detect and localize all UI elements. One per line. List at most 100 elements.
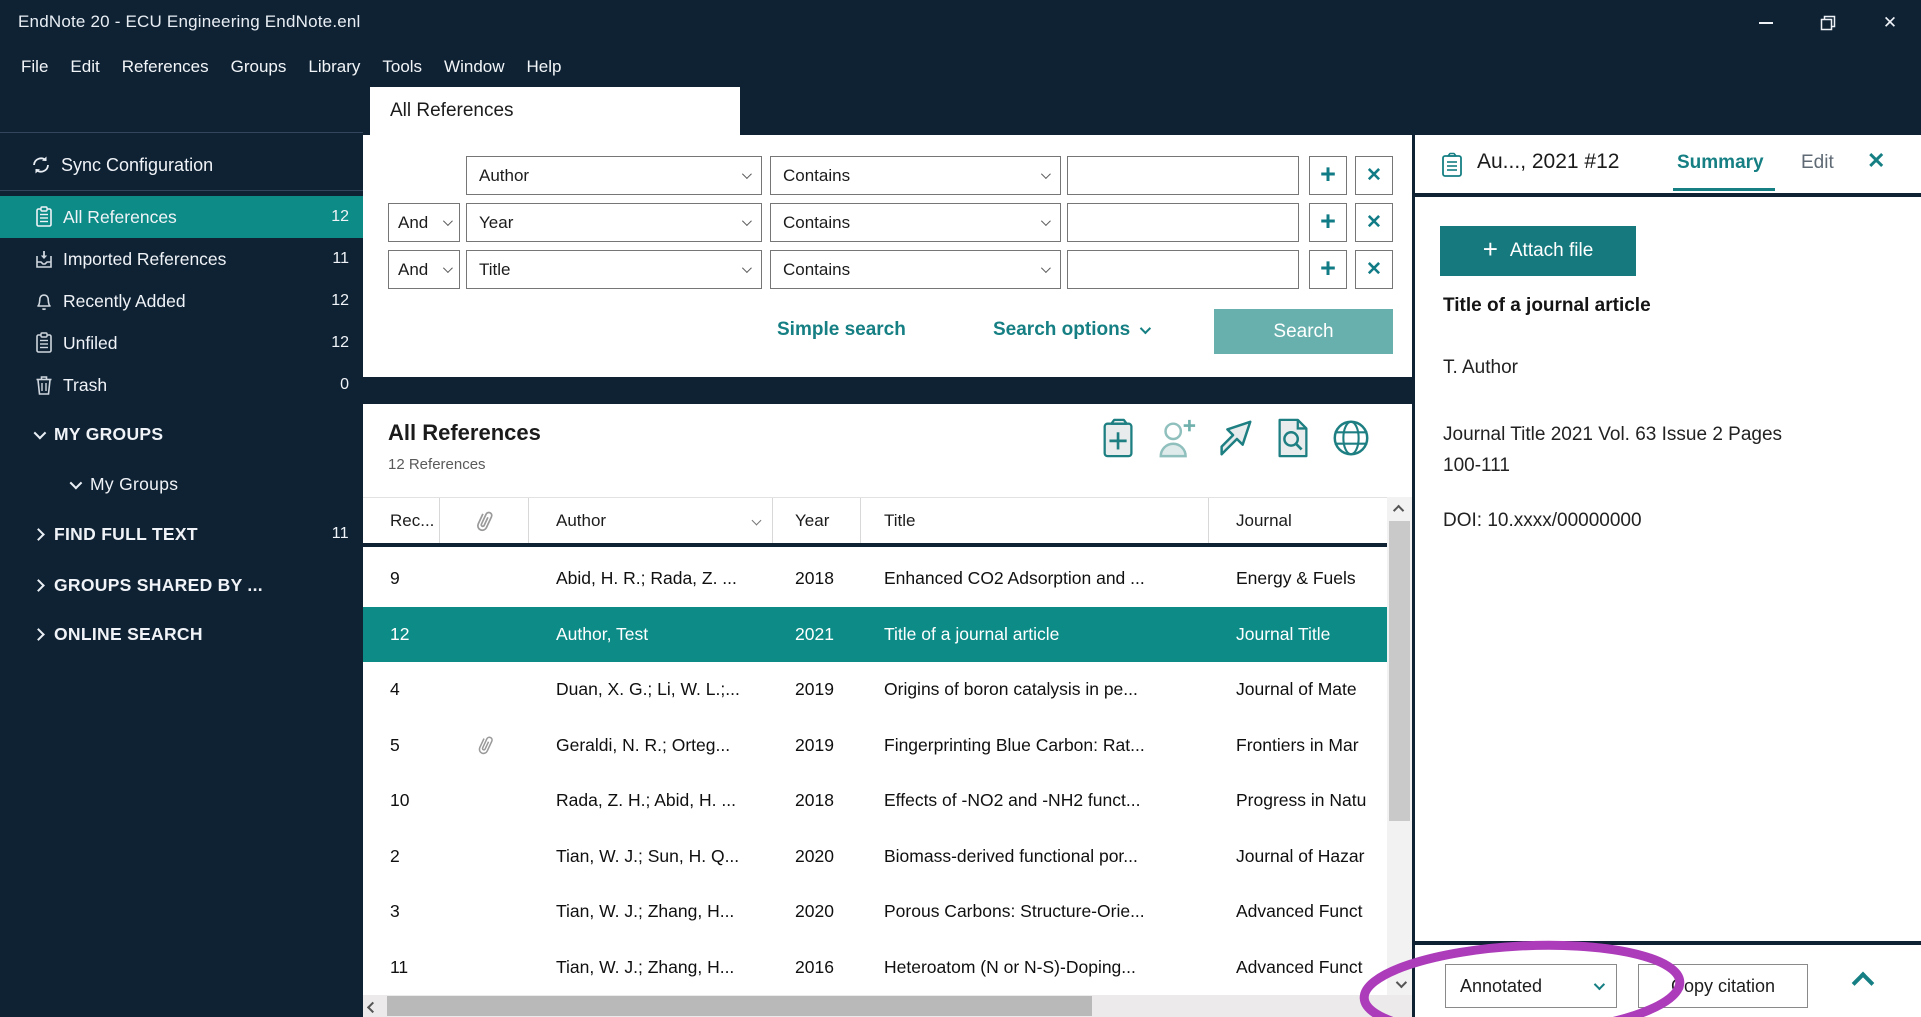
minimize-button[interactable] [1735,0,1797,46]
close-button[interactable]: ✕ [1859,0,1921,46]
sidebar-item-label: Recently Added [63,291,186,312]
column-header-year[interactable]: Year [773,498,861,543]
sidebar-item-unfiled[interactable]: Unfiled 12 [0,322,363,364]
online-search-button[interactable] [1330,416,1372,460]
remove-search-row-button[interactable]: ✕ [1355,156,1393,195]
remove-search-row-button[interactable]: ✕ [1355,250,1393,289]
sidebar-group-online-search[interactable]: ONLINE SEARCH [0,613,363,655]
reference-list-panel: All References 12 References Rec... Auth… [363,404,1412,1017]
sidebar-item-trash[interactable]: Trash 0 [0,364,363,406]
sidebar-group-label: My Groups [90,474,178,495]
tab-summary[interactable]: Summary [1677,152,1764,174]
scroll-down-arrow[interactable] [1387,972,1412,995]
column-header-record[interactable]: Rec... [363,498,440,543]
sidebar-item-imported-references[interactable]: Imported References 11 [0,238,363,280]
sidebar-item-sync-configuration[interactable]: Sync Configuration [0,145,363,185]
table-row[interactable]: 5 Geraldi, N. R.; Orteg... 2019 Fingerpr… [363,718,1387,774]
menu-tools[interactable]: Tools [373,53,431,81]
field-value: Year [479,213,513,233]
search-operator-select[interactable]: Contains [770,203,1061,242]
sidebar-group-my-groups[interactable]: MY GROUPS [0,413,363,455]
attach-file-button[interactable]: + Attach file [1440,226,1636,276]
clipboard-icon [34,206,54,228]
horizontal-scrollbar[interactable] [363,995,1412,1017]
search-conjunction-select[interactable]: And [388,250,460,289]
search-operator-select[interactable]: Contains [770,250,1061,289]
search-operator-select[interactable]: Contains [770,156,1061,195]
search-field-select[interactable]: Year [466,203,762,242]
collapse-panel-chevron[interactable] [1852,972,1875,995]
menu-file[interactable]: File [12,53,57,81]
sidebar-divider [0,132,363,133]
sidebar-item-recently-added[interactable]: Recently Added 12 [0,280,363,322]
sidebar-group-groups-shared-by[interactable]: GROUPS SHARED BY ... [0,564,363,606]
search-term-input[interactable] [1067,203,1299,242]
search-field-select[interactable]: Title [466,250,762,289]
table-row[interactable]: 2 Tian, W. J.; Sun, H. Q... 2020 Biomass… [363,829,1387,885]
close-detail-button[interactable]: ✕ [1867,148,1885,174]
sidebar-group-label: ONLINE SEARCH [54,624,203,645]
column-header-author[interactable]: Author [529,498,773,543]
add-search-row-button[interactable]: + [1309,203,1347,242]
table-row-selected[interactable]: 12 Author, Test 2021 Title of a journal … [363,607,1387,663]
menu-window[interactable]: Window [435,53,513,81]
chevron-up-icon [1392,504,1403,515]
cell-attachment [440,718,529,774]
chevron-down-icon [1041,169,1051,179]
column-header-attachment[interactable] [440,498,529,543]
table-row[interactable]: 11 Tian, W. J.; Zhang, H... 2016 Heteroa… [363,940,1387,996]
table-row[interactable]: 9 Abid, H. R.; Rada, Z. ... 2018 Enhance… [363,551,1387,607]
add-author-button[interactable] [1156,416,1198,460]
cell-journal: Frontiers in Mar [1209,718,1387,774]
menu-library[interactable]: Library [299,53,369,81]
scrollbar-thumb[interactable] [1389,521,1410,821]
search-options-label: Search options [993,319,1130,341]
cell-record: 11 [363,940,440,996]
search-term-input[interactable] [1067,250,1299,289]
sidebar-item-label: Unfiled [63,333,117,354]
tab-edit[interactable]: Edit [1801,152,1834,174]
citation-style-value: Annotated [1460,976,1542,997]
scroll-left-arrow[interactable] [363,995,385,1017]
scrollbar-thumb[interactable] [387,996,1092,1016]
table-row[interactable]: 4 Duan, X. G.; Li, W. L.;... 2019 Origin… [363,662,1387,718]
add-search-row-button[interactable]: + [1309,250,1347,289]
sidebar-group-find-full-text[interactable]: FIND FULL TEXT 11 [0,513,363,555]
share-reference-button[interactable] [1214,416,1256,460]
article-author: T. Author [1443,357,1518,379]
scroll-up-arrow[interactable] [1387,497,1412,520]
tab-all-references[interactable]: All References [370,87,740,135]
table-row[interactable]: 10 Rada, Z. H.; Abid, H. ... 2018 Effect… [363,773,1387,829]
citation-style-select[interactable]: Annotated [1445,964,1617,1008]
cell-journal: Journal of Mate [1209,662,1387,718]
menu-groups[interactable]: Groups [222,53,296,81]
simple-search-link[interactable]: Simple search [777,319,906,341]
list-title: All References [388,420,541,446]
vertical-scrollbar[interactable] [1387,497,1412,995]
attach-file-label: Attach file [1510,240,1593,262]
search-options-link[interactable]: Search options [993,319,1148,341]
menu-references[interactable]: References [113,53,218,81]
sidebar-item-all-references[interactable]: All References 12 [0,196,363,238]
search-field-select[interactable]: Author [466,156,762,195]
table-row[interactable]: 3 Tian, W. J.; Zhang, H... 2020 Porous C… [363,884,1387,940]
search-term-input[interactable] [1067,156,1299,195]
restore-button[interactable] [1797,0,1859,46]
menu-edit[interactable]: Edit [61,53,108,81]
search-panel: Author Contains + ✕ And Year Contains + … [363,135,1412,377]
remove-search-row-button[interactable]: ✕ [1355,203,1393,242]
copy-citation-button[interactable]: Copy citation [1638,964,1808,1008]
add-reference-button[interactable] [1098,416,1140,460]
cell-record: 10 [363,773,440,829]
paperclip-icon [470,730,498,760]
citation-bottom-bar: Annotated Copy citation [1415,941,1921,1017]
column-header-journal[interactable]: Journal [1209,498,1387,543]
column-header-title[interactable]: Title [861,498,1209,543]
search-button[interactable]: Search [1214,309,1393,354]
find-full-text-button[interactable] [1272,416,1314,460]
search-conjunction-select[interactable]: And [388,203,460,242]
sidebar-group-my-groups-sub[interactable]: My Groups [0,463,363,505]
add-search-row-button[interactable]: + [1309,156,1347,195]
list-toolbar [1098,416,1372,460]
menu-help[interactable]: Help [518,53,571,81]
